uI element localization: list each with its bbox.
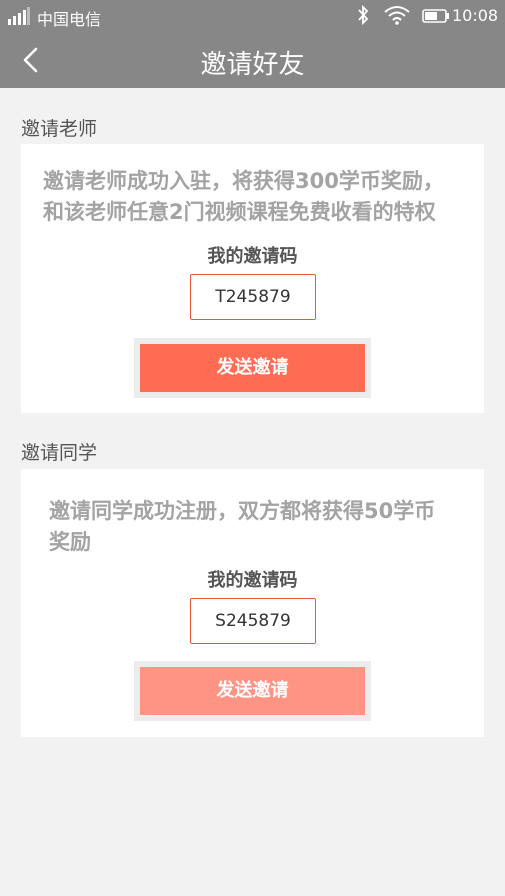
classmate-invite-code-box[interactable]: S245879 (190, 598, 316, 644)
page-title: 邀请好友 (200, 50, 305, 80)
send-invite-button-frame: 发送邀请 (134, 661, 371, 721)
invite-code-label: 我的邀请码 (207, 570, 298, 591)
title-bar: 邀请好友 (0, 32, 505, 88)
clock-time: 10:08 (452, 6, 499, 25)
invite-teacher-desc-line2: 和该老师任意2门视频课程免费收看的特权 (43, 200, 436, 224)
wifi-icon (384, 6, 410, 25)
carrier-name: 中国电信 (37, 10, 102, 29)
invite-classmate-description: 邀请同学成功注册，双方都将获得50学币 奖励 (49, 496, 435, 558)
send-invite-classmate-button[interactable]: 发送邀请 (140, 667, 365, 715)
invite-teacher-desc-line1: 邀请老师成功入驻，将获得300学币奖励， (43, 169, 444, 193)
signal-icon (8, 7, 30, 25)
teacher-invite-code-box[interactable]: T245879 (190, 274, 316, 320)
send-invite-button-frame: 发送邀请 (134, 338, 371, 398)
bluetooth-icon (358, 5, 369, 25)
invite-classmate-desc-line1: 邀请同学成功注册，双方都将获得50学币 (49, 499, 436, 523)
section-label-invite-teacher: 邀请老师 (21, 118, 98, 140)
invite-teacher-card: 邀请老师成功入驻，将获得300学币奖励， 和该老师任意2门视频课程免费收看的特权… (21, 144, 484, 413)
invite-classmate-desc-line2: 奖励 (49, 530, 91, 554)
invite-classmate-card: 邀请同学成功注册，双方都将获得50学币 奖励 我的邀请码 S245879 发送邀… (21, 469, 484, 737)
invite-code-label: 我的邀请码 (207, 246, 298, 267)
invite-teacher-description: 邀请老师成功入驻，将获得300学币奖励， 和该老师任意2门视频课程免费收看的特权 (43, 166, 444, 228)
send-invite-teacher-button[interactable]: 发送邀请 (140, 344, 365, 392)
battery-icon (422, 9, 449, 23)
status-bar: 中国电信 10:08 (0, 0, 505, 32)
section-label-invite-classmate: 邀请同学 (21, 442, 98, 464)
